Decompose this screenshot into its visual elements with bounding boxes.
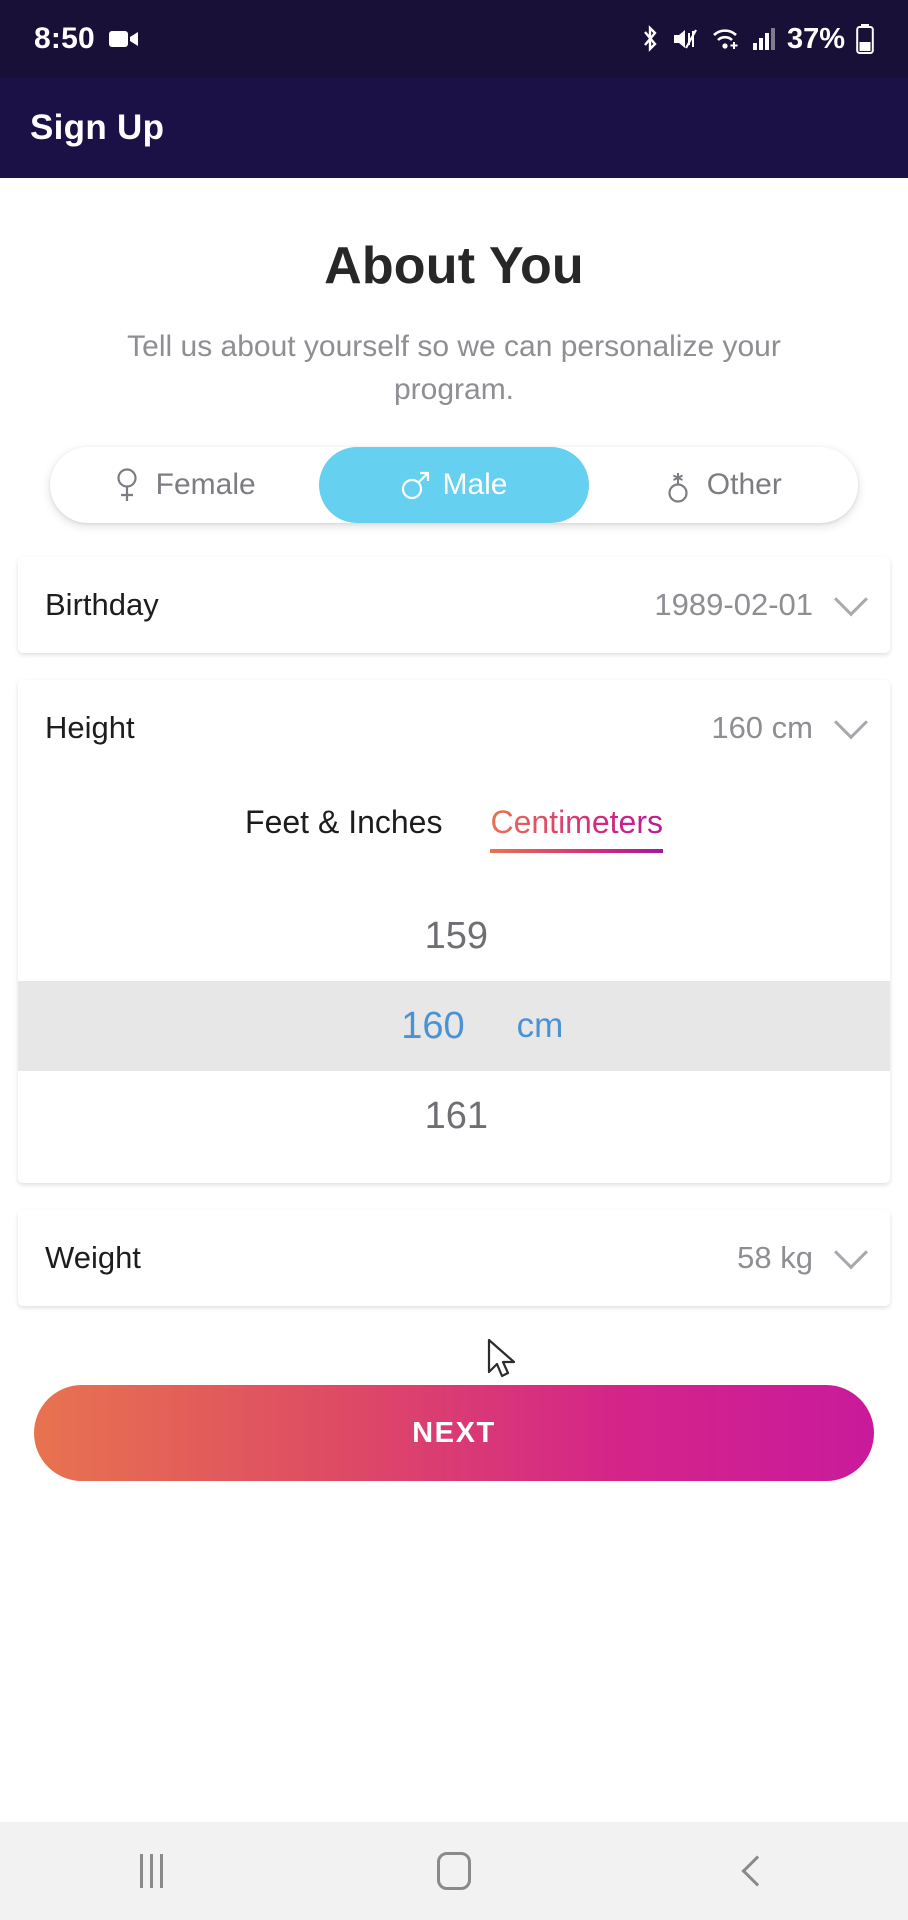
male-icon [400, 467, 430, 503]
height-row[interactable]: Height 160 cm [18, 680, 890, 776]
home-icon [436, 1852, 471, 1890]
mouse-cursor [487, 1338, 523, 1391]
gender-option-other[interactable]: Other [589, 447, 858, 523]
next-button[interactable]: NEXT [34, 1385, 874, 1482]
nav-back-button[interactable] [697, 1836, 817, 1906]
content-sheet: About You Tell us about yourself so we c… [0, 178, 908, 1822]
height-card: Height 160 cm Feet & Inches Centimeters … [18, 680, 890, 1184]
weight-value: 58 kg [737, 1240, 813, 1276]
birthday-row[interactable]: Birthday 1989-02-01 [18, 557, 890, 653]
gender-selector-wrap: Female Male Other [0, 447, 908, 524]
gender-selector: Female Male Other [50, 447, 858, 524]
page-subtitle: Tell us about yourself so we can persona… [127, 330, 781, 406]
app-bar-title: Sign Up [30, 108, 165, 147]
picker-row[interactable]: 159 [18, 891, 890, 981]
back-icon [741, 1855, 773, 1887]
tab-feet-inches[interactable]: Feet & Inches [245, 804, 442, 853]
bluetooth-icon [639, 25, 661, 53]
picker-unit: cm [516, 1006, 564, 1046]
picker-row[interactable]: 161 [18, 1071, 890, 1161]
wifi-icon [711, 26, 741, 52]
recents-icon [139, 1854, 163, 1888]
page-title: About You [324, 237, 584, 295]
nav-home-button[interactable] [394, 1836, 514, 1906]
height-value: 160 cm [711, 710, 813, 746]
gender-option-female[interactable]: Female [50, 447, 319, 523]
tab-centimeters[interactable]: Centimeters [490, 804, 663, 854]
height-unit-tabs: Feet & Inches Centimeters [18, 804, 890, 854]
android-nav-bar [0, 1822, 908, 1920]
gender-label-other: Other [706, 468, 782, 502]
weight-row[interactable]: Weight 58 kg [18, 1210, 890, 1306]
next-button-wrap: NEXT [0, 1385, 908, 1482]
gender-label-male: Male [442, 468, 508, 502]
chevron-down-icon[interactable] [834, 1235, 868, 1270]
weight-card: Weight 58 kg [18, 1210, 890, 1307]
height-picker-wheel[interactable]: 159 160 cm 161 [18, 891, 890, 1183]
other-gender-icon [665, 467, 693, 503]
gender-option-male[interactable]: Male [319, 447, 589, 524]
birthday-label: Birthday [45, 587, 159, 623]
picker-number: 161 [424, 1094, 488, 1137]
battery-icon [856, 24, 874, 54]
birthday-value: 1989-02-01 [654, 587, 813, 623]
chevron-down-icon[interactable] [834, 705, 868, 740]
chevron-down-icon[interactable] [834, 582, 868, 617]
mute-icon [672, 26, 700, 52]
nav-recents-button[interactable] [91, 1836, 211, 1906]
weight-label: Weight [45, 1240, 141, 1276]
gender-label-female: Female [155, 468, 256, 502]
phone-screen: 8:50 37% Sign Up About You Tell us about… [0, 0, 908, 1920]
battery-percent: 37% [786, 22, 845, 55]
picker-number: 160 [401, 1004, 465, 1047]
picker-row-selected[interactable]: 160 cm [18, 981, 890, 1072]
form-fields: Birthday 1989-02-01 Height 160 cm Feet &… [0, 557, 908, 1333]
status-bar-left: 8:50 [34, 22, 139, 56]
picker-number: 159 [424, 914, 488, 957]
video-camera-icon [108, 28, 139, 50]
app-bar: Sign Up [0, 78, 908, 178]
status-bar-right: 37% [639, 23, 874, 56]
height-label: Height [45, 710, 135, 746]
status-bar: 8:50 37% [0, 0, 908, 78]
signal-icon [752, 26, 776, 52]
birthday-card: Birthday 1989-02-01 [18, 557, 890, 654]
status-time: 8:50 [34, 22, 95, 55]
female-icon [114, 467, 142, 503]
